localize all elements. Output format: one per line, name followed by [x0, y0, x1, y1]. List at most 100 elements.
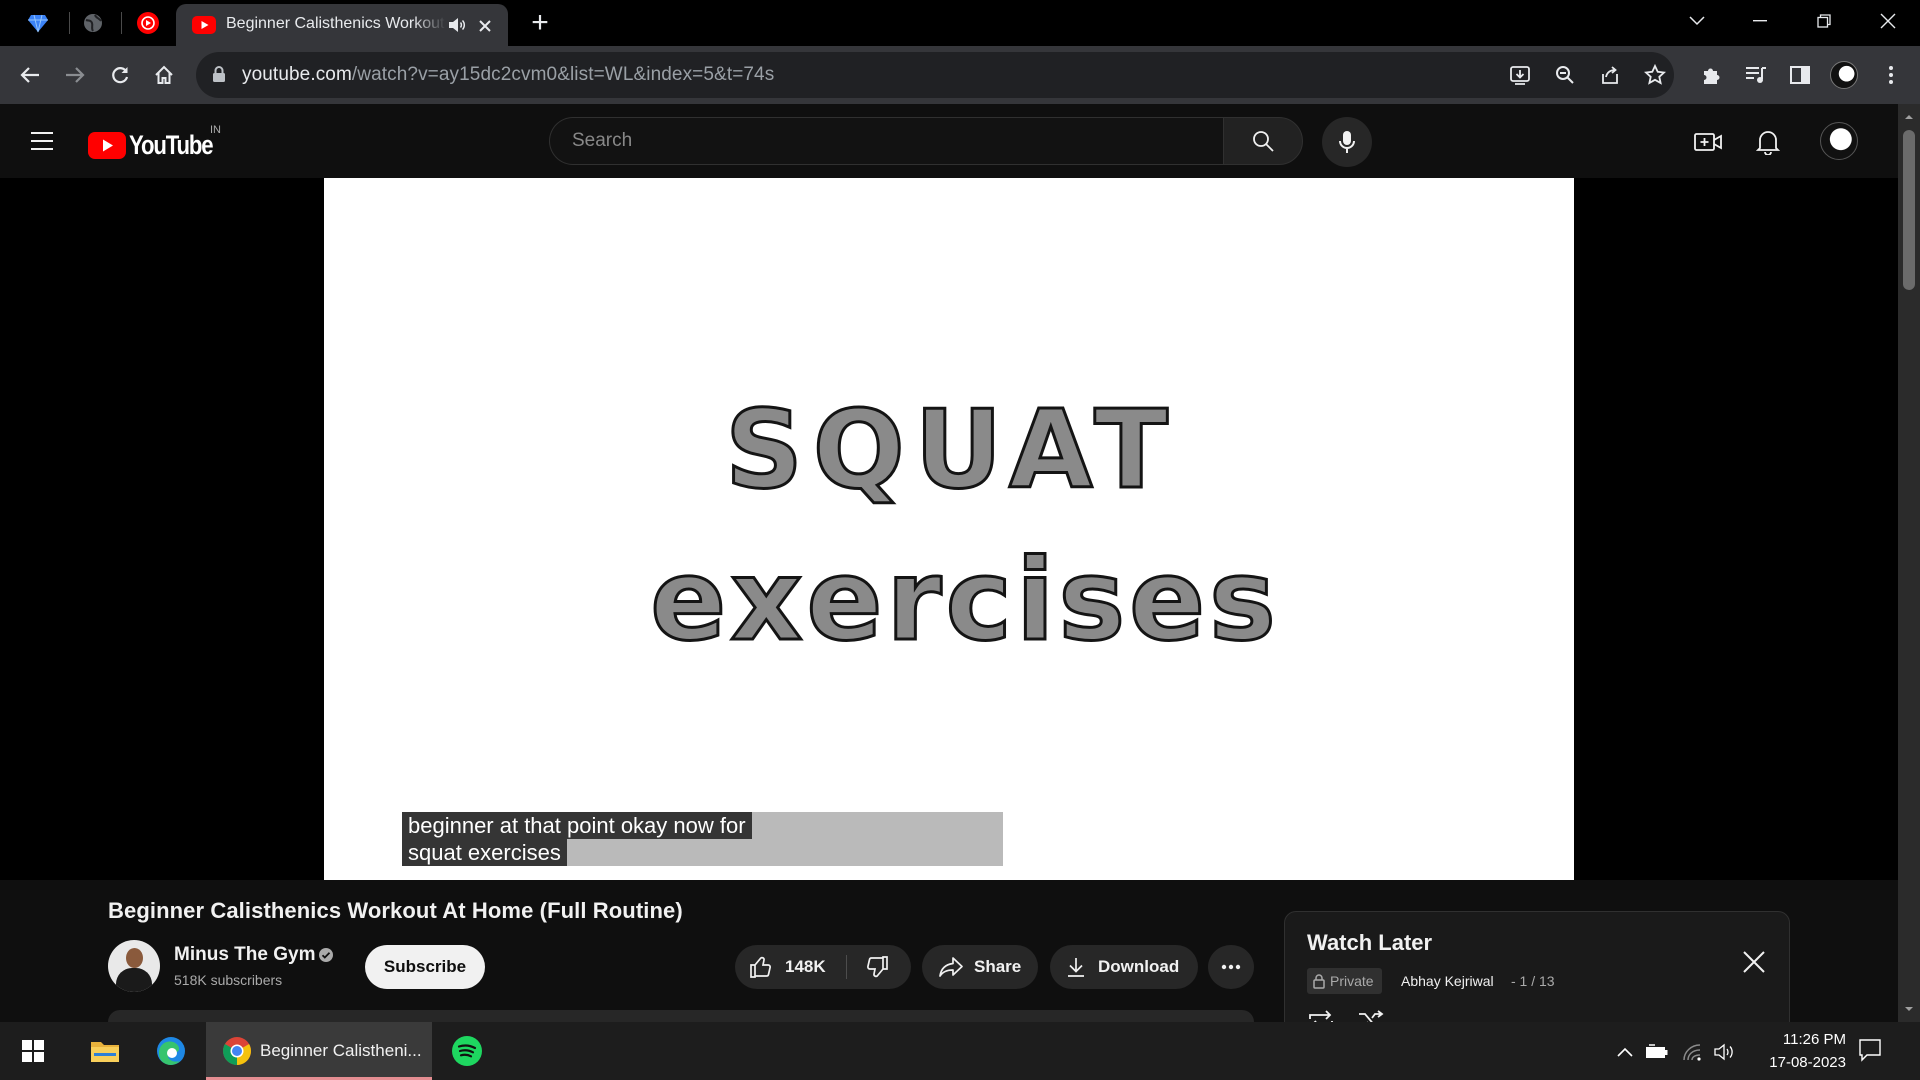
side-panel-button[interactable]	[1784, 59, 1816, 91]
minimize-button[interactable]	[1740, 6, 1780, 36]
reload-button[interactable]	[104, 59, 136, 91]
battery-indicator[interactable]	[1644, 1041, 1670, 1063]
share-page-icon[interactable]	[1598, 63, 1622, 87]
edge-icon	[157, 1037, 185, 1065]
channel-name[interactable]: Minus The Gym	[174, 944, 315, 966]
download-button[interactable]: Download	[1050, 945, 1198, 989]
chrome-taskbar-label: Beginner Calistheni...	[260, 1041, 422, 1060]
address-bar[interactable]: youtube.com/watch?v=ay15dc2cvm0&list=WL&…	[196, 52, 1674, 98]
search-button[interactable]	[1223, 117, 1303, 165]
share-label: Share	[974, 957, 1022, 976]
search-input[interactable]	[549, 117, 1223, 165]
side-panel-icon	[1790, 66, 1810, 84]
search-icon	[1253, 131, 1274, 152]
profile-avatar	[1830, 61, 1858, 89]
zoom-icon[interactable]	[1553, 63, 1577, 87]
create-video-button[interactable]	[1692, 126, 1724, 158]
reload-icon	[112, 67, 129, 84]
video-captions: beginner at that point okay now for squa…	[402, 812, 1003, 866]
close-tab-icon[interactable]	[478, 19, 492, 33]
scroll-up-icon[interactable]	[1904, 112, 1914, 122]
browser-tab-strip: Beginner Calisthenics Workout At Home (F…	[0, 0, 1920, 46]
taskbar-clock[interactable]: 11:26 PM 17-08-2023	[1742, 1028, 1846, 1074]
spotify-icon	[452, 1036, 482, 1066]
scroll-down-icon[interactable]	[1904, 1004, 1914, 1014]
bookmark-star-icon[interactable]	[1643, 63, 1667, 87]
file-explorer-button[interactable]	[80, 1022, 130, 1080]
subscribe-button[interactable]: Subscribe	[365, 945, 485, 989]
page-scrollbar[interactable]	[1898, 104, 1920, 1022]
thumbs-down-icon	[867, 956, 888, 978]
download-label: Download	[1098, 957, 1180, 976]
scroll-thumb[interactable]	[1903, 130, 1915, 290]
close-icon	[1880, 13, 1896, 29]
install-app-icon[interactable]	[1508, 63, 1532, 87]
notification-center-icon[interactable]	[1858, 1038, 1882, 1062]
browser-menu-button[interactable]	[1875, 59, 1907, 91]
arrow-right-icon	[66, 67, 85, 83]
active-browser-tab[interactable]: Beginner Calisthenics Workout At Home (F…	[176, 4, 508, 46]
youtube-logo-icon	[88, 132, 126, 159]
chrome-taskbar-button[interactable]: Beginner Calistheni...	[206, 1022, 432, 1080]
chevron-down-icon	[1689, 16, 1705, 26]
close-window-button[interactable]	[1868, 6, 1908, 36]
video-frame: SQUAT exercises	[324, 178, 1574, 880]
diamond-icon	[28, 14, 48, 33]
edge-browser-button[interactable]	[146, 1022, 196, 1080]
new-tab-button[interactable]: +	[524, 8, 556, 38]
active-tab-title: Beginner Calisthenics Workout At Home (F…	[226, 15, 446, 32]
spotify-button[interactable]	[442, 1022, 492, 1080]
arrow-left-icon	[20, 67, 39, 83]
show-hidden-icons-button[interactable]	[1612, 1041, 1638, 1063]
queue-music-icon	[1746, 67, 1766, 83]
dislike-button[interactable]	[859, 945, 895, 989]
pinned-tab-globe[interactable]	[67, 4, 119, 42]
playlist-title[interactable]: Watch Later	[1307, 930, 1432, 956]
close-playlist-icon[interactable]	[1742, 950, 1766, 974]
puzzle-icon	[1704, 68, 1720, 84]
restore-button[interactable]	[1804, 6, 1844, 36]
clock-date: 17-08-2023	[1769, 1054, 1846, 1071]
speaker-icon	[1714, 1043, 1733, 1061]
volume-indicator[interactable]	[1712, 1041, 1738, 1063]
lock-icon[interactable]	[212, 65, 226, 83]
share-button[interactable]: Share	[922, 945, 1038, 989]
video-player[interactable]: SQUAT exercises	[0, 178, 1898, 880]
like-button[interactable]: 148K	[735, 945, 847, 989]
more-horizontal-icon	[1221, 964, 1241, 970]
thumbs-up-icon	[750, 956, 771, 978]
folder-icon	[91, 1042, 119, 1062]
url-text: youtube.com/watch?v=ay15dc2cvm0&list=WL&…	[242, 64, 774, 86]
battery-charging-icon	[1646, 1044, 1668, 1058]
more-actions-button[interactable]	[1208, 945, 1254, 989]
wifi-icon	[1683, 1044, 1701, 1061]
account-avatar[interactable]	[1820, 122, 1858, 160]
forward-button[interactable]	[59, 59, 91, 91]
youtube-music-icon	[137, 12, 159, 34]
channel-avatar[interactable]	[108, 940, 160, 992]
home-button[interactable]	[148, 59, 180, 91]
video-frame-text-line1: SQUAT	[724, 387, 1178, 515]
profile-avatar-button[interactable]	[1828, 59, 1860, 91]
chevron-up-icon	[1617, 1047, 1633, 1057]
youtube-wordmark: YouTube	[129, 130, 214, 160]
globe-icon	[84, 14, 102, 32]
voice-search-button[interactable]	[1322, 117, 1372, 167]
extensions-button[interactable]	[1696, 59, 1728, 91]
home-icon	[155, 65, 173, 84]
playlist-owner[interactable]: Abhay Kejriwal	[1401, 973, 1494, 989]
chrome-icon	[223, 1037, 251, 1065]
media-controls-button[interactable]	[1740, 59, 1772, 91]
pinned-tab-diamond[interactable]	[12, 4, 64, 42]
back-button[interactable]	[14, 59, 46, 91]
url-path: /watch?v=ay15dc2cvm0&list=WL&index=5&t=7…	[351, 64, 775, 85]
notifications-button[interactable]	[1752, 126, 1784, 158]
pinned-tab-youtube-music[interactable]	[122, 4, 174, 42]
tab-search-button[interactable]	[1677, 6, 1717, 36]
network-indicator[interactable]	[1680, 1041, 1706, 1063]
start-button[interactable]	[10, 1022, 56, 1080]
privacy-label: Private	[1330, 973, 1374, 989]
tab-audio-playing-icon[interactable]	[448, 17, 466, 33]
verified-badge-icon	[319, 948, 333, 962]
hamburger-menu-icon[interactable]	[30, 131, 54, 151]
